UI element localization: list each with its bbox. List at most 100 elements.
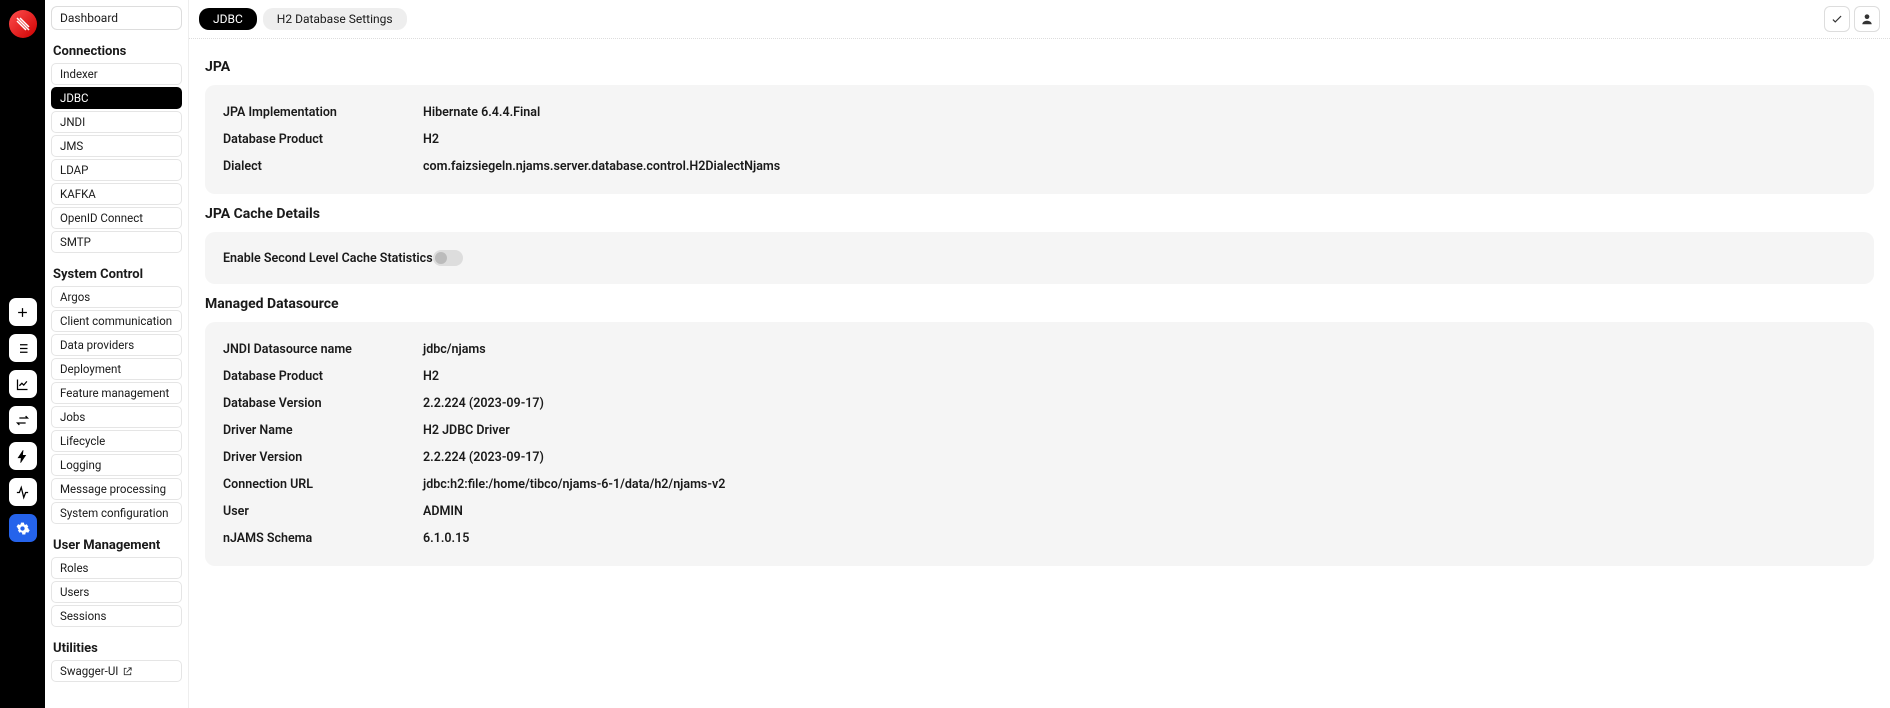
sidebar-item-label: JDBC [60, 91, 89, 105]
sidebar-item-users[interactable]: Users [51, 581, 182, 603]
sidebar-item-jobs[interactable]: Jobs [51, 406, 182, 428]
row-value: 6.1.0.15 [423, 531, 1856, 546]
sidebar-item-smtp[interactable]: SMTP [51, 231, 182, 253]
ds-heading: Managed Datasource [205, 296, 1874, 312]
rail-chart-icon[interactable] [9, 370, 37, 398]
sidebar-item-label: Message processing [60, 482, 166, 496]
row-label: Database Product [223, 369, 423, 384]
sidebar-item-ldap[interactable]: LDAP [51, 159, 182, 181]
sidebar-item-message-processing[interactable]: Message processing [51, 478, 182, 500]
sidebar-item-openid-connect[interactable]: OpenID Connect [51, 207, 182, 229]
row-value: jdbc/njams [423, 342, 1856, 357]
rail-transfer-icon[interactable] [9, 406, 37, 434]
sidebar-item-label: JMS [60, 139, 83, 153]
info-row: Driver Version2.2.224 (2023-09-17) [223, 444, 1856, 471]
row-label: Driver Name [223, 423, 423, 438]
info-row: Driver NameH2 JDBC Driver [223, 417, 1856, 444]
sidebar: Dashboard Connections Indexer JDBC JNDI JMS L… [45, 0, 189, 708]
cache-panel: Enable Second Level Cache Statistics [205, 232, 1874, 284]
info-row: Connection URLjdbc:h2:file:/home/tibco/n… [223, 471, 1856, 498]
info-row: Database ProductH2 [223, 363, 1856, 390]
row-label: Dialect [223, 159, 423, 174]
info-row: Dialectcom.faizsiegeln.njams.server.data… [223, 153, 1856, 180]
icon-rail [0, 0, 45, 708]
sidebar-item-swagger-ui[interactable]: Swagger-UI [51, 660, 182, 682]
check-button[interactable] [1824, 6, 1850, 32]
info-row: nJAMS Schema6.1.0.15 [223, 525, 1856, 552]
external-link-icon [122, 666, 133, 677]
tab-h2-database-settings[interactable]: H2 Database Settings [263, 8, 407, 30]
app-logo-icon[interactable] [9, 10, 37, 38]
row-label: JNDI Datasource name [223, 342, 423, 357]
tab-jdbc[interactable]: JDBC [199, 8, 257, 30]
sidebar-item-label: Deployment [60, 362, 121, 376]
info-row: JNDI Datasource namejdbc/njams [223, 336, 1856, 363]
user-button[interactable] [1854, 6, 1880, 32]
tabs: JDBC H2 Database Settings [199, 8, 407, 30]
sidebar-heading: Connections [51, 40, 182, 63]
row-value: com.faizsiegeln.njams.server.database.co… [423, 159, 1856, 174]
row-label: Database Version [223, 396, 423, 411]
row-label: nJAMS Schema [223, 531, 423, 546]
sidebar-item-logging[interactable]: Logging [51, 454, 182, 476]
row-value: H2 [423, 132, 1856, 147]
sidebar-item-label: Sessions [60, 609, 106, 623]
sidebar-item-label: SMTP [60, 235, 91, 249]
row-value: Hibernate 6.4.4.Final [423, 105, 1856, 120]
sidebar-item-label: Logging [60, 458, 101, 472]
sidebar-heading: User Management [51, 534, 182, 557]
ds-panel: JNDI Datasource namejdbc/njamsDatabase P… [205, 322, 1874, 566]
sidebar-item-indexer[interactable]: Indexer [51, 63, 182, 85]
rail-activity-icon[interactable] [9, 478, 37, 506]
row-value: jdbc:h2:file:/home/tibco/njams-6-1/data/… [423, 477, 1856, 492]
cache-toggle[interactable] [433, 250, 463, 266]
sidebar-item-system-configuration[interactable]: System configuration [51, 502, 182, 524]
sidebar-item-label: Jobs [60, 410, 85, 424]
sidebar-item-roles[interactable]: Roles [51, 557, 182, 579]
sidebar-item-label: KAFKA [60, 187, 96, 201]
rail-plus-icon[interactable] [9, 298, 37, 326]
sidebar-item-feature-management[interactable]: Feature management [51, 382, 182, 404]
sidebar-heading: Utilities [51, 637, 182, 660]
info-row: Database ProductH2 [223, 126, 1856, 153]
row-label: Driver Version [223, 450, 423, 465]
row-value: H2 JDBC Driver [423, 423, 1856, 438]
sidebar-item-sessions[interactable]: Sessions [51, 605, 182, 627]
sidebar-item-label: System configuration [60, 506, 169, 520]
row-label: User [223, 504, 423, 519]
sidebar-item-label: Indexer [60, 67, 98, 81]
sidebar-item-jdbc[interactable]: JDBC [51, 87, 182, 109]
sidebar-item-deployment[interactable]: Deployment [51, 358, 182, 380]
cache-heading: JPA Cache Details [205, 206, 1874, 222]
sidebar-item-label: Swagger-UI [60, 664, 118, 678]
sidebar-item-label: Users [60, 585, 89, 599]
rail-settings-icon[interactable] [9, 514, 37, 542]
sidebar-item-label: Argos [60, 290, 90, 304]
sidebar-item-jms[interactable]: JMS [51, 135, 182, 157]
sidebar-item-label: Lifecycle [60, 434, 105, 448]
sidebar-item-lifecycle[interactable]: Lifecycle [51, 430, 182, 452]
row-label: JPA Implementation [223, 105, 423, 120]
info-row: JPA ImplementationHibernate 6.4.4.Final [223, 99, 1856, 126]
sidebar-item-label: OpenID Connect [60, 211, 143, 225]
row-value: 2.2.224 (2023-09-17) [423, 396, 1856, 411]
row-value: 2.2.224 (2023-09-17) [423, 450, 1856, 465]
sidebar-item-jndi[interactable]: JNDI [51, 111, 182, 133]
sidebar-item-client-communication[interactable]: Client communication [51, 310, 182, 332]
info-row: UserADMIN [223, 498, 1856, 525]
sidebar-dashboard[interactable]: Dashboard [51, 6, 182, 30]
sidebar-item-data-providers[interactable]: Data providers [51, 334, 182, 356]
info-row: Database Version2.2.224 (2023-09-17) [223, 390, 1856, 417]
row-value: H2 [423, 369, 1856, 384]
rail-list-icon[interactable] [9, 334, 37, 362]
row-value: ADMIN [423, 504, 1856, 519]
rail-bolt-icon[interactable] [9, 442, 37, 470]
sidebar-item-label: Client communication [60, 314, 172, 328]
sidebar-item-kafka[interactable]: KAFKA [51, 183, 182, 205]
sidebar-item-label: Data providers [60, 338, 134, 352]
row-label: Database Product [223, 132, 423, 147]
sidebar-item-argos[interactable]: Argos [51, 286, 182, 308]
sidebar-item-label: LDAP [60, 163, 88, 177]
jpa-heading: JPA [205, 59, 1874, 75]
main: JDBC H2 Database Settings JPA JPA Impleme… [189, 0, 1890, 708]
